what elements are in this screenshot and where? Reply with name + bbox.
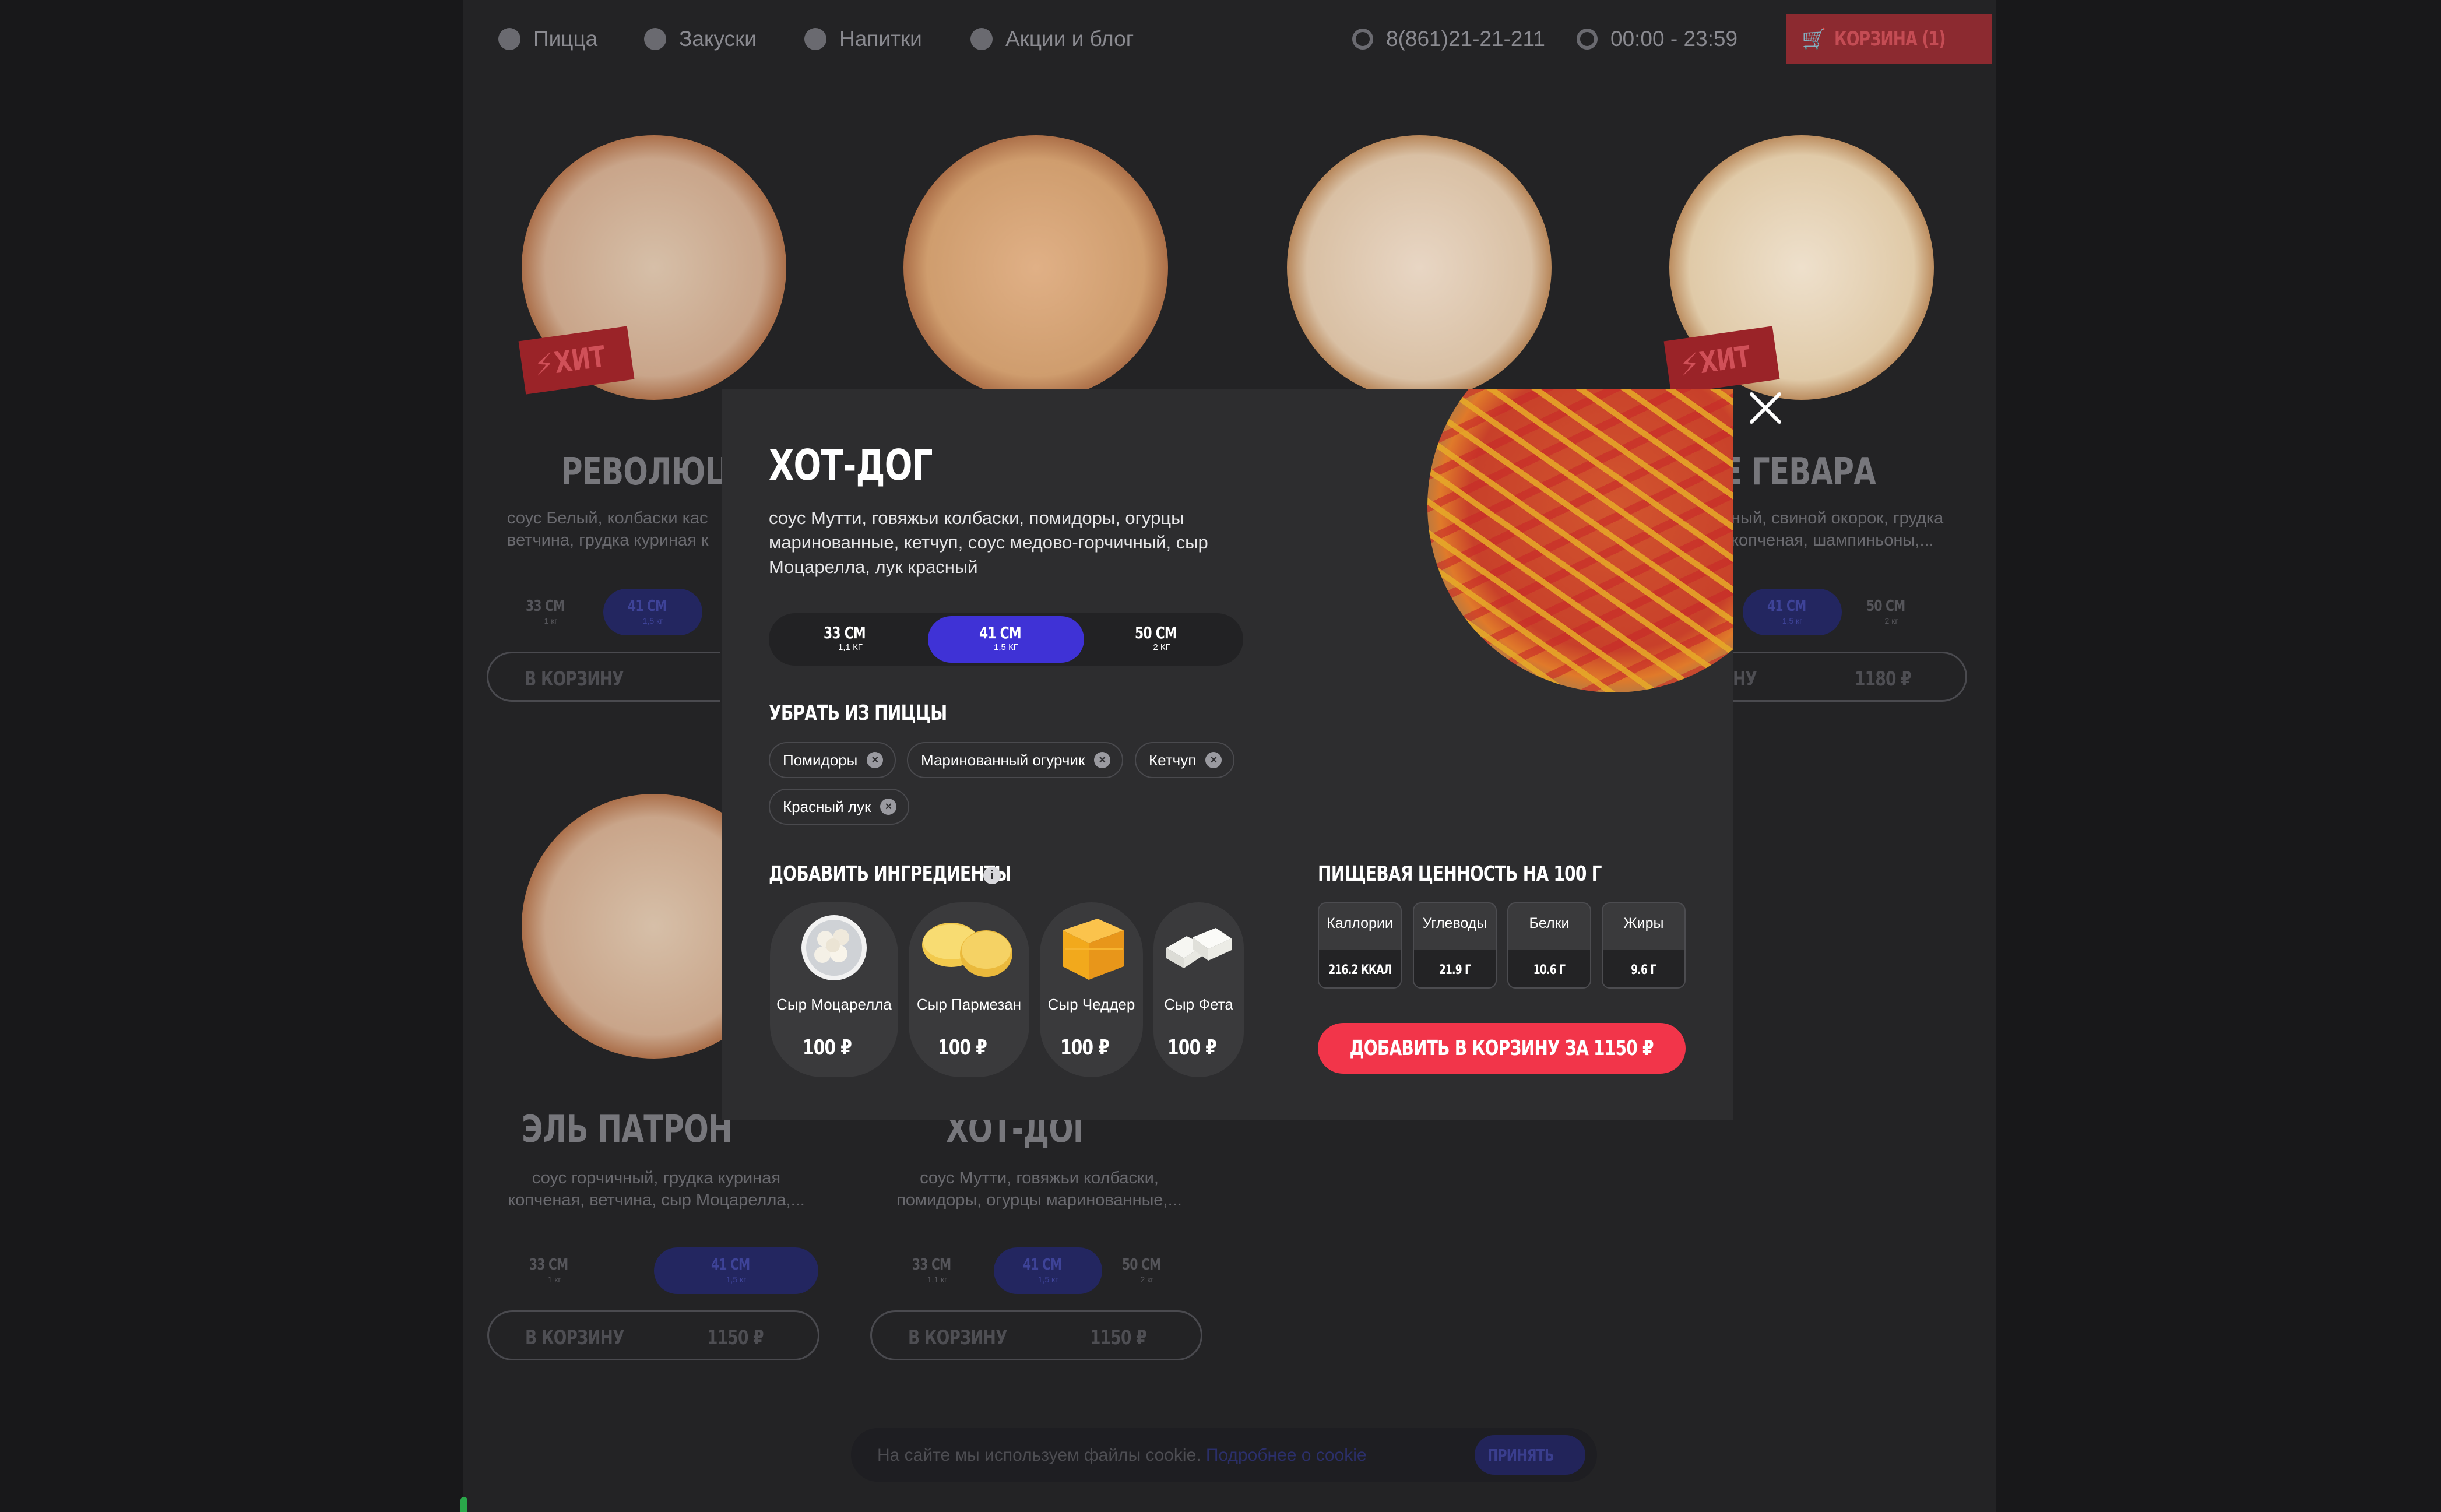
close-icon xyxy=(1750,392,1781,424)
product-modal: ХОТ-ДОГ соус Мутти, говяжьи колбаски, по… xyxy=(722,389,1733,1120)
nutrition-calories: Каллории 216.2 ККАЛ xyxy=(1318,902,1402,989)
modal-title: ХОТ-ДОГ xyxy=(769,441,933,490)
feta-icon xyxy=(1166,928,1232,968)
nutrition-title: ПИЩЕВАЯ ЦЕННОСТЬ НА 100 Г xyxy=(1318,862,1602,886)
ingredient-card-cheddar[interactable]: Сыр Чеддер 100 ₽ xyxy=(1040,902,1143,1077)
remove-ingredient-chip[interactable]: Красный лук × xyxy=(769,789,910,825)
ingredient-card-mozzarella[interactable]: Сыр Моцарелла 100 ₽ xyxy=(770,902,898,1077)
close-modal-button[interactable] xyxy=(1747,389,1784,427)
nutrition-carbs: Углеводы 21.9 Г xyxy=(1413,902,1497,989)
remove-icon[interactable]: × xyxy=(880,799,897,815)
nutrition-fat: Жиры 9.6 Г xyxy=(1602,902,1686,989)
size-option-50[interactable]: 50 СМ 2 КГ xyxy=(1084,616,1240,663)
remove-section-title: УБРАТЬ ИЗ ПИЦЦЫ xyxy=(769,701,947,725)
remove-ingredient-chip[interactable]: Маринованный огурчик × xyxy=(907,742,1124,778)
nutrition-protein: Белки 10.6 Г xyxy=(1507,902,1591,989)
remove-icon[interactable]: × xyxy=(1205,752,1222,768)
size-option-33[interactable]: 33 СМ 1,1 КГ xyxy=(772,616,928,663)
mozzarella-icon xyxy=(801,915,867,980)
remove-icon[interactable]: × xyxy=(867,752,884,768)
remove-ingredient-chip[interactable]: Помидоры × xyxy=(769,742,896,778)
ingredient-card-feta[interactable]: Сыр Фета 100 ₽ xyxy=(1153,902,1244,1077)
parmesan-icon xyxy=(922,923,1012,977)
add-section-title: ДОБАВИТЬ ИНГРЕДИЕНТЫ xyxy=(769,862,1012,886)
add-to-cart-button[interactable]: ДОБАВИТЬ В КОРЗИНУ ЗА 1150 ₽ xyxy=(1318,1023,1686,1074)
modal-description: соус Мутти, говяжьи колбаски, помидоры, … xyxy=(769,508,1208,577)
ingredient-card-parmesan[interactable]: Сыр Пармезан 100 ₽ xyxy=(909,902,1029,1077)
size-option-41[interactable]: 41 СМ 1,5 КГ xyxy=(928,616,1084,663)
cheddar-icon xyxy=(1063,919,1124,980)
remove-icon[interactable]: × xyxy=(1094,752,1111,768)
size-switcher: 33 СМ 1,1 КГ 41 СМ 1,5 КГ 50 СМ 2 КГ xyxy=(769,613,1243,666)
info-icon[interactable]: i xyxy=(983,867,1001,884)
modal-pizza-image xyxy=(1427,389,1733,695)
remove-ingredient-chip[interactable]: Кетчуп × xyxy=(1135,742,1235,778)
